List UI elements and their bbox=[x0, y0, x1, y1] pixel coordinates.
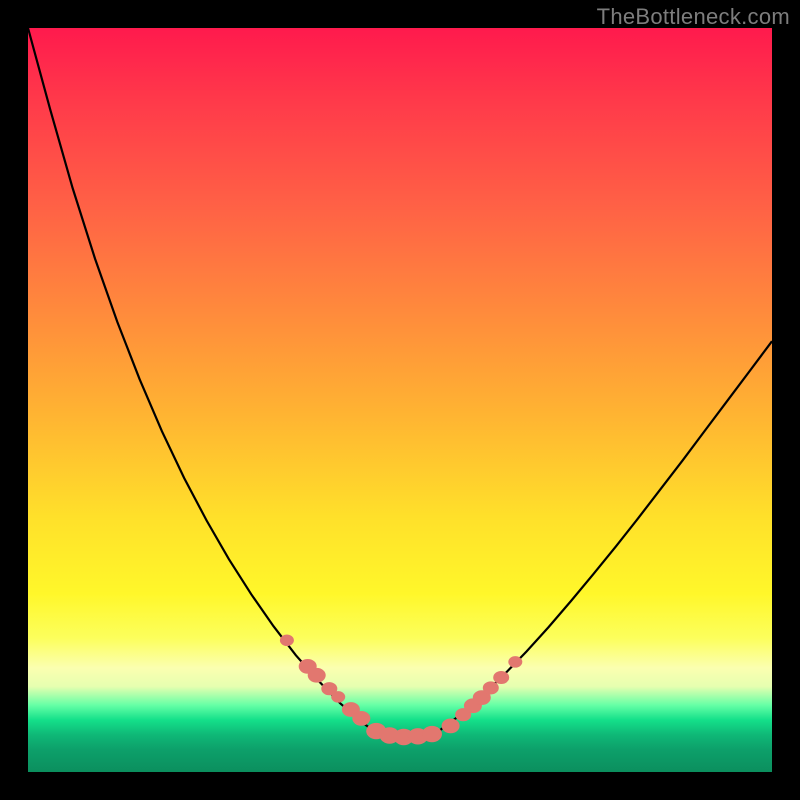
sample-bead bbox=[308, 668, 326, 683]
sample-bead bbox=[422, 726, 442, 742]
sample-bead bbox=[442, 719, 460, 734]
plot-area bbox=[28, 28, 772, 772]
curve-svg bbox=[28, 28, 772, 772]
watermark-text: TheBottleneck.com bbox=[597, 4, 790, 30]
bottleneck-curve bbox=[28, 28, 772, 737]
sample-bead bbox=[508, 656, 522, 667]
sample-bead bbox=[493, 671, 509, 684]
chart-frame: TheBottleneck.com bbox=[0, 0, 800, 800]
sample-bead bbox=[352, 711, 370, 726]
sample-bead bbox=[280, 635, 294, 646]
sample-bead bbox=[483, 681, 499, 694]
beads-group bbox=[280, 635, 522, 746]
sample-bead bbox=[331, 691, 345, 702]
curve-group bbox=[28, 28, 772, 737]
